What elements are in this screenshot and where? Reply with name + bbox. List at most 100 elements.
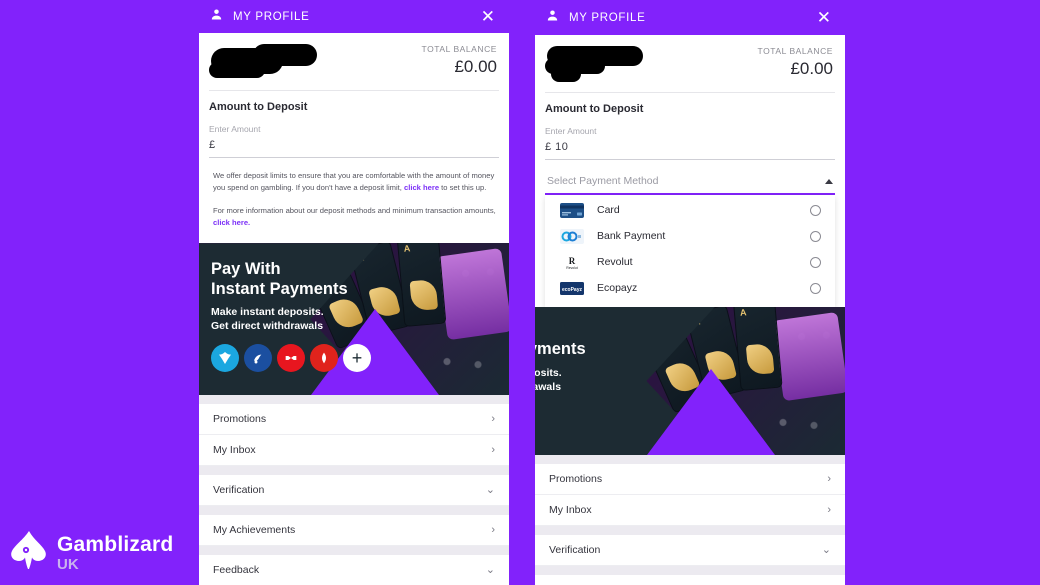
balance-row: TOTAL BALANCE £0.00 xyxy=(199,33,509,90)
menu-item-verification[interactable]: Verification ⌄ xyxy=(535,535,845,566)
deposit-section-title: Amount to Deposit xyxy=(209,101,308,113)
amount-field-group[interactable]: Enter Amount £ xyxy=(209,124,499,158)
payment-method-select-label: Select Payment Method xyxy=(547,175,659,187)
chevron-down-icon: ⌄ xyxy=(485,483,495,496)
amount-input[interactable]: £ xyxy=(209,134,499,158)
menu-item-my-inbox[interactable]: My Inbox › xyxy=(535,495,845,526)
balance-row: TOTAL BALANCE £0.00 xyxy=(535,35,845,92)
menu-item-verification[interactable]: Verification ⌄ xyxy=(199,475,509,507)
banner-copy: Pay With Instant Payments Make instant d… xyxy=(535,321,586,394)
titlebar-right: MY PROFILE ✕ xyxy=(535,0,845,35)
brand-name: Gamblizard xyxy=(57,532,174,556)
panel-title: MY PROFILE xyxy=(569,11,646,24)
banner-heading-1: Pay With xyxy=(211,260,281,279)
amount-field-group[interactable]: Enter Amount £ 10 xyxy=(545,126,835,160)
promo-banner-left[interactable]: A A A Pay With Instant Payments Make ins… xyxy=(199,243,509,396)
payment-option-radio[interactable] xyxy=(810,204,821,216)
redacted-username xyxy=(545,44,665,84)
close-icon[interactable]: ✕ xyxy=(481,8,495,25)
banner-heading-2: Instant Payments xyxy=(535,340,586,359)
chevron-right-icon: › xyxy=(827,503,831,516)
menu-item-label: Verification xyxy=(213,484,265,497)
chevron-up-icon[interactable] xyxy=(825,178,833,184)
santander-logo xyxy=(310,344,338,373)
titlebar-right-group: MY PROFILE xyxy=(545,8,645,28)
menu-item-label: My Achievements xyxy=(213,524,296,537)
banner-sub-2: Get direct withdrawals xyxy=(211,319,324,332)
menu-item-label: My Inbox xyxy=(213,444,256,457)
menu-item-feedback[interactable]: Feedback ⌄ xyxy=(199,555,509,585)
chevron-right-icon: › xyxy=(491,443,495,456)
profile-menu-left: Promotions › My Inbox › Verification ⌄ M… xyxy=(199,395,509,585)
svg-text:Revolut: Revolut xyxy=(566,266,578,270)
banner-heading-1: Pay With xyxy=(535,321,586,340)
brand-text: Gamblizard UK xyxy=(57,534,173,572)
profile-menu-right: Promotions › My Inbox › Verification ⌄ M… xyxy=(535,455,845,585)
profile-card-right: TOTAL BALANCE £0.00 Amount to Deposit En… xyxy=(535,35,845,307)
balance-value: £0.00 xyxy=(790,59,833,78)
slot-machine-art xyxy=(771,311,845,402)
revolut-icon: R Revolut xyxy=(559,254,585,270)
payment-option-radio[interactable] xyxy=(810,230,821,242)
chevron-down-icon: ⌄ xyxy=(821,543,831,556)
bank-payment-icon xyxy=(559,228,585,244)
menu-item-my-achievements[interactable]: My Achievements › xyxy=(199,515,509,547)
bank-logo-row: + xyxy=(211,344,371,373)
payment-option-label: Revolut xyxy=(597,256,633,268)
balance-block: TOTAL BALANCE £0.00 xyxy=(758,44,834,79)
screenshot-stage: MY PROFILE ✕ TOTAL BALANCE £0.00 Amount … xyxy=(0,0,1040,585)
menu-item-label: Promotions xyxy=(213,413,267,426)
chevron-right-icon: › xyxy=(827,472,831,485)
balance-label: TOTAL BALANCE xyxy=(421,44,497,54)
profile-panel-left: MY PROFILE ✕ TOTAL BALANCE £0.00 Amount … xyxy=(199,0,509,585)
info-paragraph-2: For more information about our deposit m… xyxy=(213,205,497,230)
info-p2-text-a: For more information about our deposit m… xyxy=(213,205,496,215)
banner-sub-1: Make instant deposits. xyxy=(535,366,562,379)
payment-option-bank-payment[interactable]: Bank Payment xyxy=(545,223,835,249)
payment-method-options-list: Card Bank Payment R Revolut Revolut ecoP… xyxy=(545,195,835,307)
menu-group-divider xyxy=(199,506,509,516)
brand-region: UK xyxy=(57,555,79,573)
person-icon xyxy=(209,7,224,27)
payment-method-select[interactable]: Select Payment Method Card Bank Payment … xyxy=(535,171,845,307)
panel-title: MY PROFILE xyxy=(233,10,310,23)
menu-item-promotions[interactable]: Promotions › xyxy=(199,404,509,436)
menu-group-divider xyxy=(199,395,509,405)
banner-sub-2: Get direct withdrawals xyxy=(535,380,562,393)
banner-heading-2: Instant Payments xyxy=(211,279,348,298)
svg-text:R: R xyxy=(569,256,576,266)
payment-option-label: Bank Payment xyxy=(597,230,666,242)
deposit-section-right: Amount to Deposit Enter Amount £ 10 xyxy=(535,93,845,160)
menu-item-my-inbox[interactable]: My Inbox › xyxy=(199,435,509,467)
redacted-username xyxy=(209,42,329,82)
amount-input[interactable]: £ 10 xyxy=(545,136,835,160)
payment-method-select-header[interactable]: Select Payment Method xyxy=(545,171,835,195)
svg-text:ecoPayz: ecoPayz xyxy=(562,287,583,293)
menu-item-label: Feedback xyxy=(213,564,260,577)
banner-copy: Pay With Instant Payments Make instant d… xyxy=(211,260,371,373)
chevron-down-icon: ⌄ xyxy=(485,563,495,576)
chevron-right-icon: › xyxy=(491,523,495,536)
promo-banner-right[interactable]: A A A Pay With Instant Payments Make ins… xyxy=(535,307,845,455)
payment-option-label: Card xyxy=(597,204,620,216)
deposit-limit-link[interactable]: click here xyxy=(404,183,439,192)
deposit-methods-link[interactable]: click here. xyxy=(213,218,250,227)
payment-option-ecopayz[interactable]: ecoPayz Ecopayz xyxy=(545,275,835,301)
banner-sub-1: Make instant deposits. xyxy=(211,306,324,319)
payment-option-radio[interactable] xyxy=(810,256,821,268)
credit-card-icon xyxy=(559,202,585,218)
payment-option-radio[interactable] xyxy=(810,282,821,294)
barclays-logo xyxy=(211,344,239,373)
menu-item-my-achievements[interactable]: My Achievements › xyxy=(535,575,845,585)
menu-item-promotions[interactable]: Promotions › xyxy=(535,464,845,495)
more-payment-methods-button[interactable]: + xyxy=(343,344,371,373)
payment-option-card[interactable]: Card xyxy=(545,197,835,223)
menu-group-divider xyxy=(199,466,509,476)
payment-option-revolut[interactable]: R Revolut Revolut xyxy=(545,249,835,275)
deposit-info-text: We offer deposit limits to ensure that y… xyxy=(199,158,509,243)
profile-card-left: TOTAL BALANCE £0.00 Amount to Deposit En… xyxy=(199,33,509,244)
close-icon[interactable]: ✕ xyxy=(817,9,831,26)
menu-group-divider xyxy=(535,455,845,464)
menu-item-label: Verification xyxy=(549,544,601,556)
titlebar-left-group: MY PROFILE xyxy=(209,7,309,27)
